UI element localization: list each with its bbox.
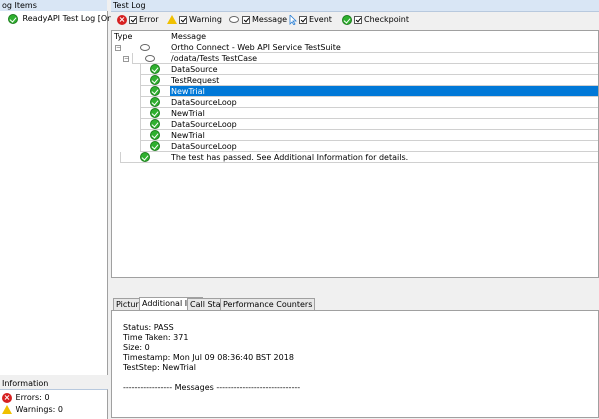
filter-checkpoint[interactable]: Checkpoint	[342, 14, 409, 26]
checkpoint-icon	[150, 119, 160, 129]
log-message: DataSourceLoop	[170, 97, 598, 108]
log-message: Ortho Connect - Web API Service TestSuit…	[170, 42, 598, 53]
detail-tabs: Picture Additional Info Call Stack Perfo…	[111, 297, 599, 310]
checkpoint-icon	[150, 86, 160, 96]
errors-row: × Errors: 0	[2, 392, 50, 403]
checkpoint-icon	[342, 14, 352, 25]
checkpoint-icon	[150, 141, 160, 151]
checkpoint-icon	[140, 152, 150, 162]
filter-error[interactable]: × Error	[117, 14, 159, 26]
log-row[interactable]: DataSource	[112, 64, 598, 75]
information-title: Information	[2, 379, 49, 388]
checkpoint-checkbox[interactable]	[354, 15, 362, 24]
warnings-count: Warnings: 0	[15, 405, 63, 414]
event-icon	[289, 14, 297, 25]
log-row[interactable]: The test has passed. See Additional Info…	[112, 152, 598, 163]
filter-error-label: Error	[139, 15, 159, 24]
filter-message-label: Message	[252, 15, 288, 24]
grid-header: Type Message	[112, 31, 598, 42]
information-panel: × Errors: 0 Warnings: 0	[0, 389, 108, 419]
message-icon	[145, 55, 155, 62]
log-message: DataSourceLoop	[170, 119, 598, 130]
filter-checkpoint-label: Checkpoint	[364, 15, 410, 24]
event-checkbox[interactable]	[299, 15, 307, 24]
test-log-title: Test Log	[111, 0, 599, 12]
error-icon: ×	[2, 392, 12, 403]
additional-info-panel: Status: PASS Time Taken: 371 Size: 0 Tim…	[111, 310, 599, 418]
filter-bar: × Error Warning Message Event Checkpoint	[111, 12, 599, 28]
message-icon	[229, 16, 239, 23]
filter-message[interactable]: Message	[229, 14, 287, 26]
tab-performance-counters[interactable]: Performance Counters	[220, 298, 316, 310]
error-checkbox[interactable]	[129, 15, 137, 24]
log-message: NewTrial	[170, 86, 598, 97]
log-message: TestRequest	[170, 75, 598, 86]
log-row[interactable]: − /odata/Tests TestCase	[112, 53, 598, 64]
log-message: /odata/Tests TestCase	[170, 53, 598, 64]
message-checkbox[interactable]	[242, 15, 250, 24]
log-row[interactable]: NewTrial	[112, 108, 598, 119]
checkpoint-icon	[150, 75, 160, 85]
info-messages-divider: ----------------- Messages -------------…	[123, 383, 301, 392]
log-message: NewTrial	[170, 130, 598, 141]
warnings-row: Warnings: 0	[2, 404, 63, 415]
log-items-tree: ReadyAPI Test Log [Ortho...	[0, 11, 131, 375]
log-row[interactable]: TestRequest	[112, 75, 598, 86]
log-row[interactable]: NewTrial	[112, 130, 598, 141]
checkpoint-icon	[150, 64, 160, 74]
log-row[interactable]: DataSourceLoop	[112, 97, 598, 108]
filter-event[interactable]: Event	[289, 14, 332, 26]
test-log-grid: Type Message − Ortho Connect - Web API S…	[111, 30, 599, 278]
log-row[interactable]: − Ortho Connect - Web API Service TestSu…	[112, 42, 598, 53]
checkpoint-icon	[150, 97, 160, 107]
warning-icon	[167, 15, 177, 24]
error-icon: ×	[117, 14, 127, 25]
filter-warning[interactable]: Warning	[167, 14, 222, 26]
checkpoint-icon	[8, 13, 18, 24]
filter-warning-label: Warning	[189, 15, 222, 24]
log-message: DataSource	[170, 64, 598, 75]
log-message: NewTrial	[170, 108, 598, 119]
test-log-pane: Test Log × Error Warning Message Event Ch…	[111, 0, 599, 418]
filter-event-label: Event	[309, 15, 332, 24]
log-row-selected[interactable]: NewTrial	[112, 86, 598, 97]
log-message: DataSourceLoop	[170, 141, 598, 152]
log-row[interactable]: DataSourceLoop	[112, 141, 598, 152]
checkpoint-icon	[150, 108, 160, 118]
column-message[interactable]: Message	[171, 31, 206, 42]
message-icon	[140, 44, 150, 51]
log-items-pane: og Items ReadyAPI Test Log [Ortho... Inf…	[0, 0, 131, 419]
warning-icon	[2, 405, 12, 414]
column-type[interactable]: Type	[114, 31, 132, 42]
log-row[interactable]: DataSourceLoop	[112, 119, 598, 130]
collapse-icon[interactable]: −	[115, 45, 121, 51]
collapse-icon[interactable]: −	[123, 56, 129, 62]
errors-count: Errors: 0	[15, 393, 50, 402]
warning-checkbox[interactable]	[179, 15, 187, 24]
info-teststep: TestStep: NewTrial	[123, 363, 197, 372]
checkpoint-icon	[150, 130, 160, 140]
log-message: The test has passed. See Additional Info…	[170, 152, 598, 163]
